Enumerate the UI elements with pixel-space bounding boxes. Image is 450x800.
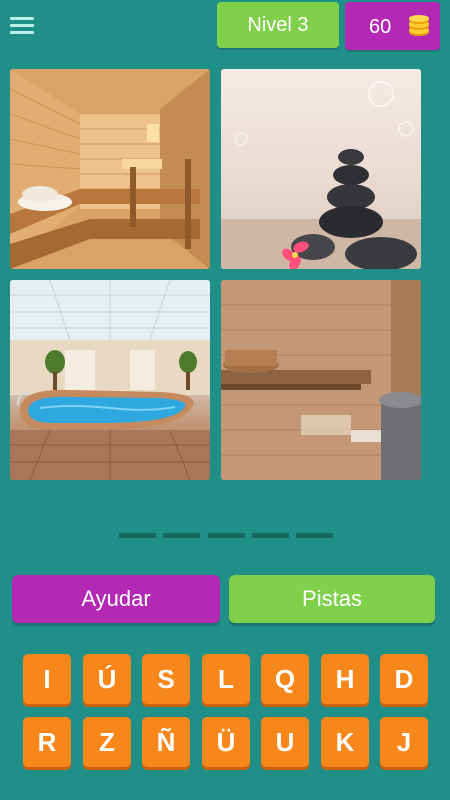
- answer-slot[interactable]: [163, 533, 200, 538]
- wooden-sauna-photo: [221, 280, 421, 480]
- help-button[interactable]: Ayudar: [12, 575, 220, 623]
- answer-slot[interactable]: [119, 533, 156, 538]
- answer-slots: [119, 533, 333, 539]
- letter-key[interactable]: J: [380, 717, 428, 767]
- menu-button[interactable]: [10, 14, 34, 36]
- sauna-interior-photo: [10, 69, 210, 269]
- letter-key[interactable]: K: [321, 717, 369, 767]
- answer-slot[interactable]: [252, 533, 289, 538]
- letter-key[interactable]: Ñ: [142, 717, 190, 767]
- zen-stones-photo: [221, 69, 421, 269]
- letter-key[interactable]: R: [23, 717, 71, 767]
- letter-key[interactable]: Ú: [83, 654, 131, 704]
- coins-count: 60: [369, 16, 392, 38]
- letter-key[interactable]: H: [321, 654, 369, 704]
- level-badge: Nivel 3: [217, 2, 339, 48]
- letter-key[interactable]: I: [23, 654, 71, 704]
- letter-key[interactable]: L: [202, 654, 250, 704]
- coins-badge[interactable]: 60: [345, 2, 440, 50]
- coin-stack-icon: [409, 15, 429, 36]
- letter-key[interactable]: D: [380, 654, 428, 704]
- letter-key[interactable]: U: [261, 717, 309, 767]
- hamburger-menu-icon: [10, 17, 34, 20]
- answer-slot[interactable]: [208, 533, 245, 538]
- answer-slot[interactable]: [296, 533, 333, 538]
- hints-button[interactable]: Pistas: [229, 575, 435, 623]
- letter-key[interactable]: Q: [261, 654, 309, 704]
- letter-key[interactable]: Z: [83, 717, 131, 767]
- letter-key[interactable]: S: [142, 654, 190, 704]
- letter-key[interactable]: Ü: [202, 717, 250, 767]
- indoor-pool-photo: [10, 280, 210, 480]
